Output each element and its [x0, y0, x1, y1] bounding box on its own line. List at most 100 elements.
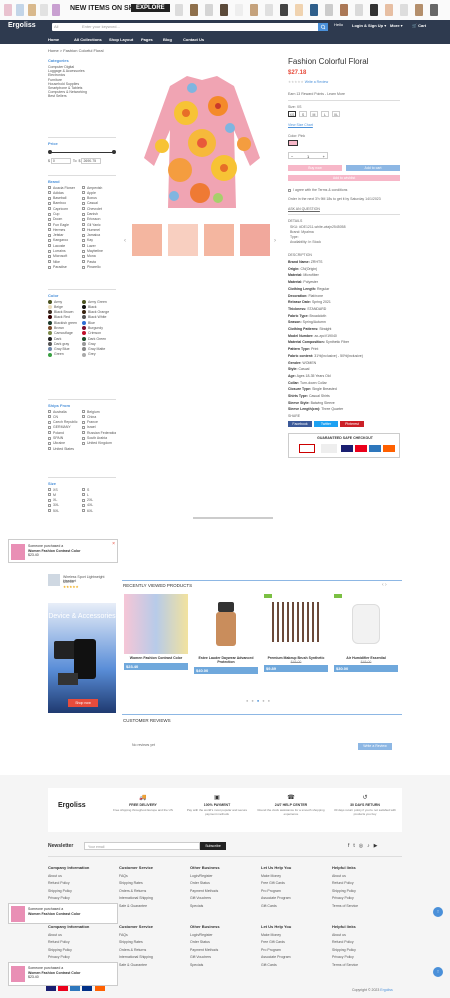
add-to-cart-button[interactable]: Add to cart: [346, 165, 400, 171]
size-option[interactable]: L: [321, 111, 329, 117]
footer-link[interactable]: Gift Cards: [261, 903, 291, 911]
footer-link[interactable]: Associate Program: [261, 954, 291, 962]
shop-now-button[interactable]: Shop now: [68, 699, 98, 707]
search-bar[interactable]: All Enter your keyword...: [52, 23, 328, 31]
checkbox[interactable]: [48, 223, 51, 227]
color-swatch[interactable]: [82, 326, 86, 331]
checkbox[interactable]: [48, 249, 51, 253]
footer-link[interactable]: Order Status: [190, 939, 220, 947]
recent-product-card[interactable]: Women Fashion Contrast Color $23.40: [124, 594, 188, 670]
checkbox[interactable]: [82, 186, 85, 190]
footer-link[interactable]: Payment Methods: [190, 888, 220, 896]
search-button[interactable]: [318, 23, 328, 31]
size-option[interactable]: 5XL: [48, 509, 82, 514]
scroll-top-button[interactable]: ↑: [433, 907, 443, 917]
checkbox[interactable]: [48, 212, 51, 216]
checkbox[interactable]: [48, 410, 51, 414]
next-thumb-arrow[interactable]: ›: [274, 238, 276, 244]
recent-product-card[interactable]: Estee Lauder Daywear Advanced Protection…: [194, 594, 258, 674]
thumbnail[interactable]: [132, 224, 162, 256]
checkbox[interactable]: [82, 239, 85, 243]
color-option[interactable]: Green: [48, 352, 82, 357]
prev-thumb-arrow[interactable]: ‹: [124, 238, 126, 244]
color-swatch[interactable]: [48, 315, 52, 320]
checkbox[interactable]: [48, 186, 51, 190]
color-swatch[interactable]: [48, 341, 52, 346]
color-swatch[interactable]: [82, 315, 86, 320]
terms-checkbox-row[interactable]: I agree with the Terms & conditions: [288, 188, 347, 192]
checkbox[interactable]: [48, 196, 51, 200]
nav-home[interactable]: Home: [48, 37, 59, 42]
slider-handle-min[interactable]: [48, 149, 52, 154]
nav-contact[interactable]: Contact Us: [183, 37, 204, 42]
footer-link[interactable]: Refund Policy: [48, 880, 89, 888]
color-swatch[interactable]: [48, 331, 52, 336]
checkbox[interactable]: [48, 260, 51, 264]
footer-link[interactable]: About us: [332, 873, 358, 881]
write-review-button[interactable]: Write a Review: [358, 743, 392, 750]
color-swatch[interactable]: [82, 320, 86, 325]
color-swatch[interactable]: [82, 347, 86, 352]
size-option[interactable]: XL: [332, 111, 340, 117]
checkbox[interactable]: [48, 436, 51, 440]
footer-link[interactable]: Specials: [190, 903, 220, 911]
product-name[interactable]: Estee Lauder Daywear Advanced Protection: [194, 656, 258, 664]
footer-link[interactable]: Gift Vouchers: [190, 895, 220, 903]
color-swatch[interactable]: [48, 304, 52, 309]
brand-option[interactable]: Paradise: [48, 265, 82, 270]
quantity-stepper[interactable]: − 1 +: [288, 152, 328, 159]
checkbox[interactable]: [82, 191, 85, 195]
footer-link[interactable]: Privacy Policy: [332, 954, 358, 962]
color-swatch[interactable]: [48, 336, 52, 341]
footer-link[interactable]: Orders & Returns: [119, 888, 153, 896]
recent-product-card[interactable]: Air Humidifier Essential $48.00 $30.00: [334, 594, 398, 672]
footer-link[interactable]: About us: [48, 873, 89, 881]
checkbox[interactable]: [48, 265, 51, 269]
footer-link[interactable]: Privacy Policy: [332, 895, 358, 903]
footer-link[interactable]: Free Gift Cards: [261, 880, 291, 888]
cart-button[interactable]: 🛒 Cart: [412, 23, 426, 28]
size-option[interactable]: XS: [288, 111, 296, 117]
checkbox[interactable]: [82, 217, 85, 221]
footer-link[interactable]: Shipping Rates: [119, 880, 153, 888]
checkbox[interactable]: [48, 228, 51, 232]
explore-button[interactable]: EXPLORE: [131, 4, 170, 12]
footer-link[interactable]: Shipping Policy: [48, 947, 89, 955]
nav-blog[interactable]: Blog: [163, 37, 172, 42]
footer-link[interactable]: Terms of Service: [332, 903, 358, 911]
color-swatch[interactable]: [48, 299, 52, 304]
footer-link[interactable]: Make Money: [261, 873, 291, 881]
size-option[interactable]: S: [299, 111, 307, 117]
write-review-link[interactable]: Write a Review: [305, 80, 328, 84]
checkbox[interactable]: [82, 196, 85, 200]
footer-link[interactable]: Pro Program: [261, 947, 291, 955]
checkbox[interactable]: [82, 212, 85, 216]
color-swatch[interactable]: [48, 320, 52, 325]
ship-option[interactable]: United States: [48, 447, 82, 452]
more-menu[interactable]: More ▾: [390, 23, 403, 28]
color-swatch-pink[interactable]: [288, 140, 298, 146]
price-slider[interactable]: [48, 148, 116, 156]
footer-link[interactable]: International Shipping: [119, 954, 153, 962]
footer-link[interactable]: Shipping Policy: [332, 888, 358, 896]
checkbox[interactable]: [48, 441, 51, 445]
checkbox[interactable]: [82, 415, 85, 419]
checkbox[interactable]: [48, 217, 51, 221]
checkbox[interactable]: [82, 207, 85, 211]
checkbox[interactable]: [48, 493, 51, 497]
buy-now-button[interactable]: Buy now: [288, 165, 342, 171]
nav-all-collections[interactable]: All Collections: [74, 37, 102, 42]
recent-product-card[interactable]: Premium Makeup Brush Synthetic $48.00 $9…: [264, 594, 328, 672]
checkbox[interactable]: [48, 244, 51, 248]
subscribe-button[interactable]: Subscribe: [200, 842, 226, 850]
color-swatch[interactable]: [82, 341, 86, 346]
sidebar-ad[interactable]: Device & Accessories Shop now: [48, 603, 116, 713]
checkbox[interactable]: [48, 191, 51, 195]
ask-question-link[interactable]: ASK AN QUESTION: [288, 207, 320, 211]
share-facebook[interactable]: Facebook: [288, 421, 312, 427]
footer-link[interactable]: Refund Policy: [48, 939, 89, 947]
size-guide-link[interactable]: View Size Chart: [288, 123, 313, 127]
checkbox[interactable]: [48, 201, 51, 205]
checkbox[interactable]: [48, 509, 51, 513]
checkbox[interactable]: [82, 493, 85, 497]
